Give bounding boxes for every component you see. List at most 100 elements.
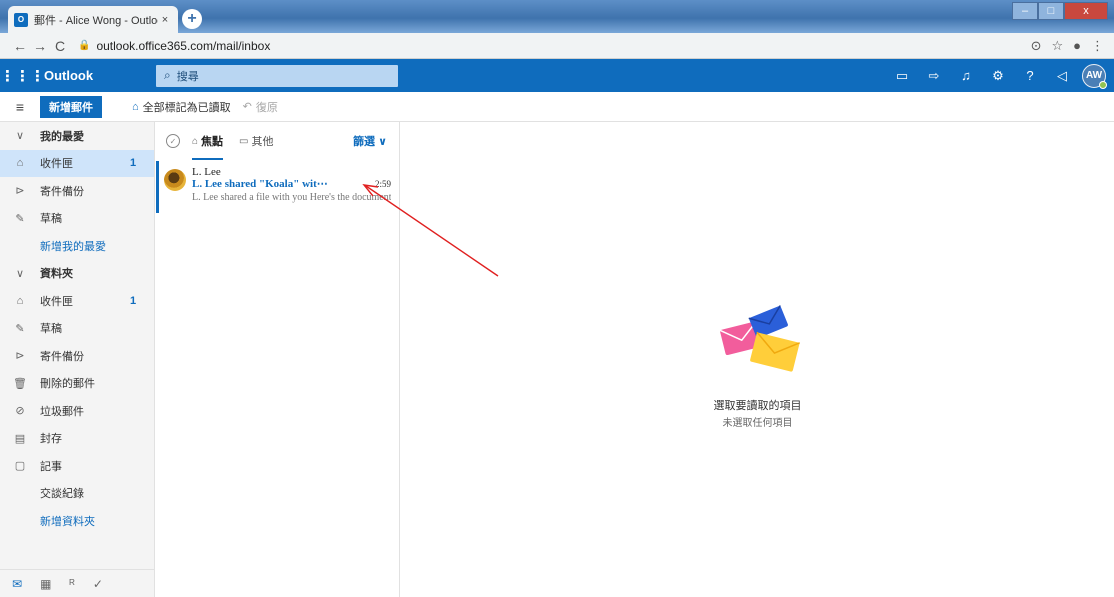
app-launcher-icon[interactable]: ⋮⋮⋮	[0, 67, 45, 85]
new-folder-link[interactable]: 新增資料夾	[0, 507, 154, 535]
undo-icon: ↶	[242, 101, 252, 113]
back-icon[interactable]: ←	[10, 38, 30, 54]
mail-icon[interactable]: ✉	[12, 577, 22, 591]
favorite-sent[interactable]: ⊳ 寄件備份	[0, 177, 154, 205]
mark-all-read-label: 全部標記為已讀取	[142, 101, 231, 114]
message-subject-row: L. Lee shared "Koala" wit⋯ 2:59	[192, 178, 391, 191]
new-mail-button[interactable]: 新增郵件	[40, 95, 102, 118]
cast-icon[interactable]: ⊙	[1031, 38, 1042, 54]
lock-icon: 🔒	[78, 40, 91, 51]
app-brand[interactable]: Outlook	[44, 68, 156, 83]
close-window-button[interactable]: x	[1064, 2, 1108, 20]
filter-button[interactable]: 篩選 ∨	[353, 133, 387, 149]
header-actions: ▭ ⇨ ♫ ⚙ ? ◁ AW	[886, 63, 1114, 89]
message-time: 2:59	[374, 179, 391, 189]
help-icon[interactable]: ?	[1014, 68, 1046, 83]
browser-titlebar: O 郵件 - Alice Wong - Outlook × + – □ x	[0, 0, 1114, 33]
envelope-open-icon: ⌂	[132, 100, 139, 113]
window-controls: – □ x	[1012, 2, 1108, 20]
outlook-favicon-icon: O	[14, 12, 28, 27]
pencil-icon: ✎	[15, 322, 25, 335]
favorite-drafts[interactable]: ✎ 草稿	[0, 205, 154, 233]
calendar-icon[interactable]: ▦	[40, 577, 51, 591]
address-bar-actions: ⊙ ☆ ● ⋮	[1031, 38, 1104, 54]
folders-header[interactable]: ∨ 資料夾	[0, 260, 154, 288]
reload-icon[interactable]: C	[50, 38, 70, 54]
gear-icon[interactable]: ⚙	[982, 68, 1014, 84]
send-icon: ⊳	[15, 185, 25, 198]
folder-pane: ∨ 我的最愛 ⌂ 收件匣 1 ⊳ 寄件備份 ✎ 草稿 新增我的最愛 ∨ 資料夾 …	[0, 122, 155, 597]
select-all-checkbox[interactable]: ✓	[166, 134, 180, 148]
empty-state-subtitle: 未選取任何項目	[722, 418, 793, 429]
folder-drafts[interactable]: ✎ 草稿	[0, 315, 154, 343]
unread-count: 1	[130, 294, 137, 307]
maximize-button[interactable]: □	[1038, 2, 1064, 20]
favorites-header[interactable]: ∨ 我的最愛	[0, 122, 154, 150]
forward-icon[interactable]: →	[30, 38, 50, 54]
close-tab-icon[interactable]: ×	[158, 14, 172, 26]
address-bar: ← → C 🔒 outlook.office365.com/mail/inbox…	[0, 33, 1114, 59]
search-box[interactable]: ⌕ 搜尋	[156, 64, 398, 87]
people-icon[interactable]: ᴿ	[69, 577, 74, 591]
attach-icon[interactable]: ✓	[93, 577, 103, 591]
empty-mail-illustration	[719, 305, 800, 372]
bookmark-star-icon[interactable]: ☆	[1051, 38, 1063, 54]
presence-indicator	[1099, 80, 1107, 89]
message-subject: L. Lee shared "Koala" wit⋯	[192, 178, 328, 190]
message-summary: L. Lee L. Lee shared "Koala" wit⋯ 2:59 L…	[192, 167, 391, 213]
new-tab-button[interactable]: +	[182, 9, 202, 29]
folder-inbox[interactable]: ⌂ 收件匣 1	[0, 287, 154, 315]
hamburger-menu-icon[interactable]: ≡	[0, 99, 40, 115]
search-icon: ⌕	[164, 68, 171, 82]
skype-icon[interactable]: ▭	[886, 68, 918, 84]
tab-title: 郵件 - Alice Wong - Outlook	[34, 14, 158, 27]
trash-icon: 🗑	[13, 377, 27, 390]
folder-deleted[interactable]: 🗑 刪除的郵件	[0, 370, 154, 398]
avatar-initials: AW	[1085, 70, 1103, 81]
browser-tab[interactable]: O 郵件 - Alice Wong - Outlook ×	[8, 6, 178, 33]
sender-avatar	[164, 169, 186, 191]
pencil-icon: ✎	[15, 212, 25, 225]
tab-focused[interactable]: ⌂ 焦點	[192, 122, 224, 160]
bell-icon[interactable]: ♫	[950, 68, 982, 83]
browser-menu-icon[interactable]: ⋮	[1091, 38, 1104, 54]
module-switcher: ✉ ▦ ᴿ ✓	[0, 569, 155, 597]
todo-icon[interactable]: ⇨	[918, 68, 950, 84]
url-text: outlook.office365.com/mail/inbox	[96, 38, 271, 53]
add-favorite-link[interactable]: 新增我的最愛	[0, 232, 154, 260]
unread-count: 1	[130, 157, 137, 170]
empty-state-title: 選取要讀取的項目	[713, 400, 802, 412]
folder-archive[interactable]: ▤ 封存	[0, 425, 154, 453]
archive-icon: ▤	[14, 432, 26, 445]
undo-button[interactable]: ↶ 復原	[243, 99, 278, 115]
search-placeholder: 搜尋	[176, 70, 199, 83]
envelope-icon: ▭	[239, 135, 249, 147]
feedback-icon[interactable]: ◁	[1046, 68, 1078, 84]
inbox-pivots: ✓ ⌂ 焦點 ▭ 其他 篩選 ∨	[156, 122, 399, 160]
url-field[interactable]: 🔒 outlook.office365.com/mail/inbox	[78, 39, 270, 53]
chevron-down-icon: ∨	[15, 267, 25, 280]
send-icon: ⊳	[15, 350, 25, 363]
avatar[interactable]: AW	[1082, 63, 1107, 89]
favorite-inbox[interactable]: ⌂ 收件匣 1	[0, 149, 154, 177]
block-icon: ⊘	[15, 405, 25, 418]
inbox-icon: ⌂	[16, 157, 24, 170]
tab-other[interactable]: ▭ 其他	[239, 122, 273, 160]
folder-junk[interactable]: ⊘ 垃圾郵件	[0, 397, 154, 425]
reading-pane: 選取要讀取的項目 未選取任何項目	[401, 122, 1114, 597]
message-list: ✓ ⌂ 焦點 ▭ 其他 篩選 ∨ L. Lee L. Lee shared "K…	[156, 122, 400, 597]
message-item[interactable]: L. Lee L. Lee shared "Koala" wit⋯ 2:59 L…	[156, 161, 399, 213]
profile-icon[interactable]: ●	[1073, 38, 1081, 54]
folder-conversation-history[interactable]: 交談紀錄	[0, 480, 154, 508]
command-bar: ≡ 新增郵件 ⌂ 全部標記為已讀取 ↶ 復原	[0, 92, 1114, 122]
folder-notes[interactable]: ▢ 記事	[0, 452, 154, 480]
folder-sent[interactable]: ⊳ 寄件備份	[0, 342, 154, 370]
mark-all-read-button[interactable]: ⌂ 全部標記為已讀取	[132, 99, 231, 115]
chevron-down-icon: ∨	[15, 130, 25, 143]
inbox-icon: ⌂	[16, 294, 24, 307]
message-sender: L. Lee	[192, 166, 221, 178]
message-preview: L. Lee shared a file with you Here's the…	[192, 192, 391, 203]
minimize-button[interactable]: –	[1012, 2, 1038, 20]
chevron-down-icon: ∨	[378, 136, 387, 148]
outlook-header: ⋮⋮⋮ Outlook ⌕ 搜尋 ▭ ⇨ ♫ ⚙ ? ◁ AW	[0, 59, 1114, 92]
